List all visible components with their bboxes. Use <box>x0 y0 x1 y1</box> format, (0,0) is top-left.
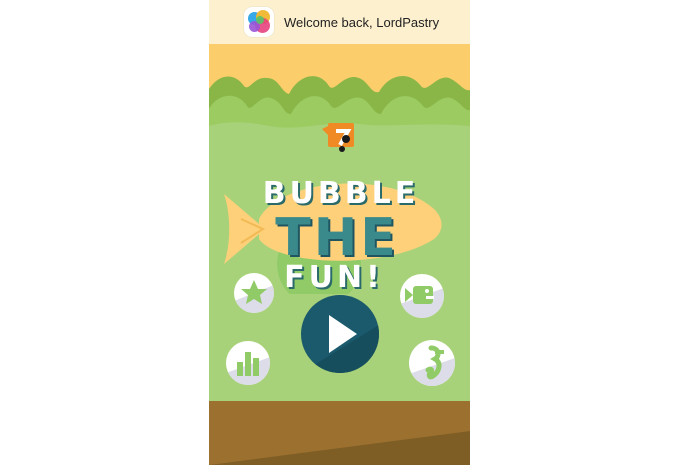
title-line2: THE <box>275 208 399 268</box>
game-center-banner: Welcome back, LordPastry <box>209 0 470 44</box>
favorites-button[interactable] <box>234 273 274 313</box>
star-icon <box>234 280 274 313</box>
play-icon <box>301 315 379 373</box>
game-center-icon <box>244 7 274 37</box>
game-screen: Welcome back, LordPastry BUBBLE BUBBLE T… <box>209 0 470 465</box>
fish-icon <box>400 286 444 318</box>
fish-button[interactable] <box>400 274 444 318</box>
game-scene: BUBBLE BUBBLE THE THE FUN! FUN! <box>209 44 470 465</box>
leaderboard-button[interactable] <box>226 341 270 385</box>
studio-logo <box>322 123 354 152</box>
title-line3: FUN! <box>284 260 384 294</box>
ground <box>209 401 470 465</box>
seahorse-button[interactable] <box>409 340 455 386</box>
title-line1: BUBBLE <box>263 176 420 211</box>
bar-chart-icon <box>226 352 270 385</box>
welcome-message: Welcome back, LordPastry <box>284 15 440 30</box>
play-button[interactable] <box>301 295 379 373</box>
seahorse-icon <box>409 345 455 386</box>
